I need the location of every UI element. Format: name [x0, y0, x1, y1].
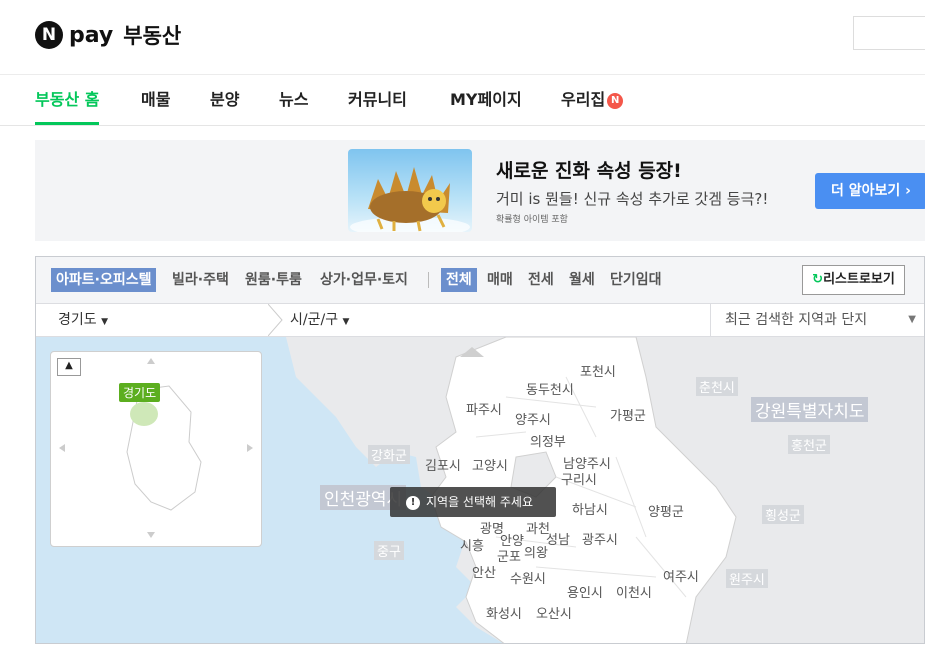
map-label[interactable]: 이천시: [616, 582, 652, 601]
nav-news[interactable]: 뉴스: [279, 75, 308, 125]
tab-deal-monthly[interactable]: 월세: [569, 268, 595, 292]
tab-deal-shortterm[interactable]: 단기임대: [610, 268, 662, 292]
tab-deal-jeonse[interactable]: 전세: [528, 268, 554, 292]
map-label[interactable]: 양주시: [515, 409, 551, 428]
nav-my-home[interactable]: 우리집 N: [561, 75, 624, 125]
map-label[interactable]: 춘천시: [696, 377, 738, 396]
province-select[interactable]: 경기도 ▼: [58, 304, 108, 338]
tab-villa-house[interactable]: 빌라·주택: [172, 268, 229, 292]
map-label[interactable]: 용인시: [567, 582, 603, 601]
search-input[interactable]: [853, 16, 925, 50]
map-label[interactable]: 하남시: [572, 499, 608, 518]
banner-title: 새로운 진화 속성 등장!: [496, 160, 682, 182]
banner-subtitle: 거미 is 뭔들! 신규 속성 추가로 갓겜 등극?!: [496, 190, 769, 208]
tab-oneroom-tworoom[interactable]: 원룸·투룸: [245, 268, 302, 292]
map-label[interactable]: 원주시: [726, 569, 768, 588]
province-select-label: 경기도: [58, 312, 97, 328]
game-character-image: [348, 149, 472, 232]
map-label[interactable]: 가평군: [610, 405, 646, 424]
tab-deal-sale[interactable]: 매매: [487, 268, 513, 292]
recent-search-label: 최근 검색한 지역과 단지: [725, 312, 868, 328]
map-label[interactable]: 의왕: [524, 542, 548, 561]
new-badge-icon: N: [607, 92, 624, 109]
region-map[interactable]: ▲ 경기도 포천시 동두천시 파주시 양주시 가평군 의정부 춘천시 강원특별자…: [36, 337, 924, 643]
refresh-icon: ↻: [812, 272, 824, 287]
nav-presale[interactable]: 분양: [210, 75, 239, 125]
map-label[interactable]: 양평군: [648, 501, 684, 520]
minimap-region-tag: 경기도: [119, 383, 161, 402]
map-label[interactable]: 강화군: [368, 445, 410, 464]
minimap[interactable]: ▲ 경기도: [50, 351, 262, 547]
map-label[interactable]: 화성시: [486, 603, 522, 622]
chevron-down-icon: ▼: [101, 317, 109, 327]
nav-listings[interactable]: 매물: [141, 75, 170, 125]
tab-commercial-land[interactable]: 상가·업무·토지: [320, 268, 408, 292]
nav-community[interactable]: 커뮤니티: [348, 75, 407, 125]
logo-title: 부동산: [123, 24, 182, 48]
recent-search-dropdown[interactable]: 최근 검색한 지역과 단지 ▼: [710, 304, 924, 336]
map-label[interactable]: 오산시: [536, 603, 572, 622]
map-label[interactable]: 동두천시: [526, 379, 574, 398]
nav-mypage[interactable]: MY페이지: [450, 75, 522, 125]
nav-home[interactable]: 부동산 홈: [35, 75, 100, 125]
map-label[interactable]: 광주시: [582, 529, 618, 548]
banner-note: 확률형 아이템 포함: [496, 215, 568, 225]
tab-divider: [428, 272, 429, 288]
list-view-label: 리스트로보기: [823, 272, 895, 287]
tab-apartment-officetel[interactable]: 아파트·오피스텔: [51, 268, 157, 292]
learn-more-button[interactable]: 더 알아보기 ›: [815, 173, 925, 209]
list-view-button[interactable]: ↻리스트로보기: [802, 265, 905, 295]
map-label[interactable]: 수원시: [510, 568, 546, 587]
map-label[interactable]: 포천시: [580, 361, 616, 380]
map-label[interactable]: 파주시: [466, 399, 502, 418]
ad-banner[interactable]: 새로운 진화 속성 등장! 거미 is 뭔들! 신규 속성 추가로 갓겜 등극?…: [35, 140, 925, 241]
map-label[interactable]: 강원특별자치도: [751, 397, 869, 422]
map-label[interactable]: 고양시: [472, 455, 508, 474]
city-select-label: 시/군/구: [290, 312, 339, 328]
header: N pay 부동산: [0, 0, 925, 75]
map-label[interactable]: 여주시: [663, 566, 699, 585]
naver-pay-logo[interactable]: N pay 부동산: [35, 20, 181, 50]
tab-deal-all[interactable]: 전체: [441, 268, 477, 292]
nav-my-home-label: 우리집: [561, 90, 606, 109]
select-region-toast: ! 지역을 선택해 주세요: [390, 487, 556, 517]
chevron-down-icon: ▼: [908, 314, 916, 325]
map-label[interactable]: 김포시: [425, 455, 461, 474]
naver-n-icon: N: [35, 21, 63, 49]
map-label[interactable]: 시흥: [460, 535, 484, 554]
breadcrumb-arrow-icon: [268, 304, 283, 336]
main-nav: 부동산 홈 매물 분양 뉴스 커뮤니티 MY페이지 우리집 N: [0, 75, 925, 126]
filter-tabbar: 아파트·오피스텔 빌라·주택 원룸·투룸 상가·업무·토지 전체 매매 전세 월…: [36, 257, 924, 304]
city-select[interactable]: 시/군/구 ▼: [290, 304, 349, 338]
map-label[interactable]: 구리시: [561, 469, 597, 488]
region-selector-row: 경기도 ▼ 시/군/구 ▼ 최근 검색한 지역과 단지 ▼: [36, 304, 924, 338]
chevron-down-icon: ▼: [342, 317, 350, 327]
map-panel: 아파트·오피스텔 빌라·주택 원룸·투룸 상가·업무·토지 전체 매매 전세 월…: [35, 256, 925, 644]
map-label[interactable]: 중구: [374, 541, 404, 560]
map-label[interactable]: 의정부: [530, 431, 566, 450]
korea-outline-map: [59, 358, 253, 538]
map-label[interactable]: 군포: [497, 546, 521, 565]
alert-icon: !: [406, 495, 420, 510]
toast-message: 지역을 선택해 주세요: [426, 495, 533, 509]
map-label[interactable]: 홍천군: [788, 435, 830, 454]
map-label[interactable]: 안산: [472, 562, 496, 581]
map-label[interactable]: 횡성군: [762, 505, 804, 524]
logo-pay-text: pay: [69, 22, 114, 48]
map-label[interactable]: 성남: [546, 529, 570, 548]
